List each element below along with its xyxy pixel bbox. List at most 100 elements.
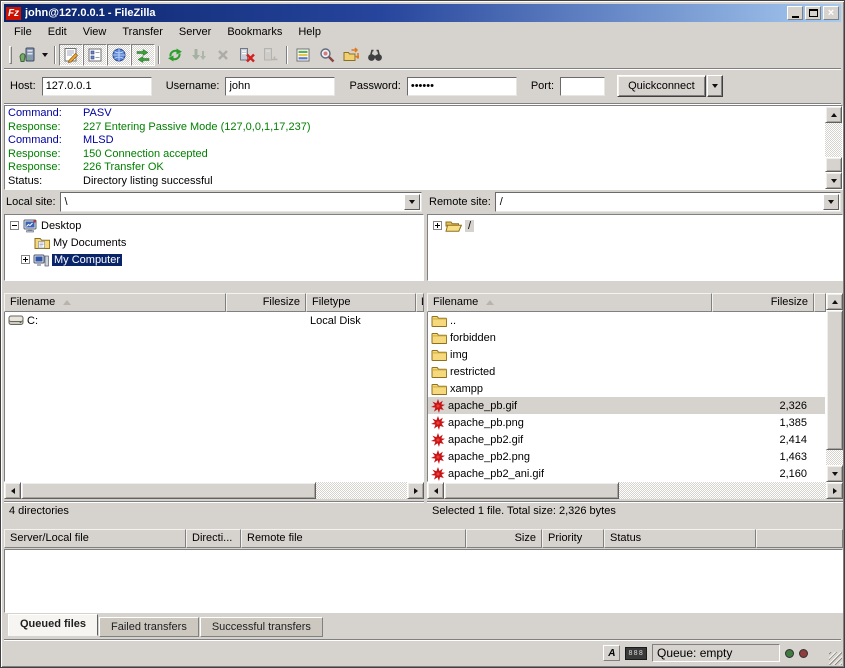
remote-file-row[interactable]: .. xyxy=(428,312,825,329)
column-size[interactable]: Size xyxy=(466,529,542,548)
column-filename[interactable]: Filename xyxy=(4,293,226,312)
toolbar-grip[interactable] xyxy=(9,46,12,64)
remote-site-combo[interactable]: / xyxy=(495,192,841,212)
close-button[interactable]: × xyxy=(823,6,839,20)
process-queue-button[interactable] xyxy=(187,44,211,66)
scroll-left-button[interactable] xyxy=(427,482,444,499)
collapse-icon[interactable] xyxy=(10,221,19,230)
toggle-message-log-button[interactable] xyxy=(59,44,83,66)
remote-file-row-selected[interactable]: apache_pb.gif 2,326 xyxy=(428,397,825,414)
scrollbar-thumb[interactable] xyxy=(825,157,842,172)
scroll-right-button[interactable] xyxy=(407,482,424,499)
column-priority[interactable]: Priority xyxy=(542,529,604,548)
column-lastmodified[interactable]: L xyxy=(416,293,424,312)
remote-file-row[interactable]: img xyxy=(428,346,825,363)
menu-transfer[interactable]: Transfer xyxy=(114,24,171,40)
scrollbar-track[interactable] xyxy=(826,450,843,465)
scrollbar-track[interactable] xyxy=(316,482,407,499)
column-filename[interactable]: Filename xyxy=(427,293,712,312)
menu-bookmarks[interactable]: Bookmarks xyxy=(219,24,290,40)
remote-tree: / xyxy=(427,214,843,281)
remote-status-text: Selected 1 file. Total size: 2,326 bytes xyxy=(427,501,843,521)
maximize-button[interactable] xyxy=(805,6,821,20)
toggle-remote-tree-button[interactable] xyxy=(107,44,131,66)
username-input[interactable] xyxy=(225,77,335,96)
column-filesize[interactable]: Filesize xyxy=(712,293,814,312)
remote-hscrollbar[interactable] xyxy=(427,482,843,499)
toggle-queue-button[interactable] xyxy=(131,44,155,66)
directory-comparison-button[interactable] xyxy=(315,44,339,66)
tree-item-my-computer[interactable]: My Computer xyxy=(5,251,423,268)
expand-icon[interactable] xyxy=(433,221,442,230)
scrollbar-thumb[interactable] xyxy=(21,482,316,499)
column-status[interactable]: Status xyxy=(604,529,756,548)
resize-grip[interactable] xyxy=(829,652,842,665)
local-hscrollbar[interactable] xyxy=(4,482,424,499)
menu-help[interactable]: Help xyxy=(290,24,329,40)
column-direction[interactable]: Directi... xyxy=(186,529,241,548)
sort-asc-icon xyxy=(63,300,71,305)
reconnect-button[interactable] xyxy=(259,44,283,66)
remote-file-row[interactable]: apache_pb2.gif 2,414 xyxy=(428,431,825,448)
expand-icon[interactable] xyxy=(21,255,30,264)
scrollbar-track[interactable] xyxy=(825,123,842,157)
column-filesize[interactable]: Filesize xyxy=(226,293,306,312)
scroll-up-button[interactable] xyxy=(825,106,842,123)
toggle-local-tree-button[interactable] xyxy=(83,44,107,66)
remote-site-dropdown[interactable] xyxy=(823,194,839,210)
remote-file-row[interactable]: apache_pb2_ani.gif 2,160 xyxy=(428,465,825,482)
title-bar[interactable]: Fz john@127.0.0.1 - FileZilla × xyxy=(4,4,841,22)
column-filetype[interactable]: Filetype xyxy=(306,293,416,312)
scroll-right-button[interactable] xyxy=(826,482,843,499)
tree-item-my-documents[interactable]: My Documents xyxy=(5,234,423,251)
send-led-icon xyxy=(799,649,808,658)
scrollbar-track[interactable] xyxy=(619,482,826,499)
arrow-down-icon xyxy=(831,179,837,183)
remote-file-row[interactable]: apache_pb2.png 1,463 xyxy=(428,448,825,465)
local-file-row[interactable]: C: Local Disk xyxy=(5,312,423,329)
remote-vscrollbar[interactable] xyxy=(826,293,843,482)
tree-item-desktop[interactable]: Desktop xyxy=(5,217,423,234)
quickconnect-dropdown[interactable] xyxy=(707,75,723,97)
tab-failed-transfers[interactable]: Failed transfers xyxy=(99,617,199,637)
menu-server[interactable]: Server xyxy=(171,24,219,40)
scrollbar-thumb[interactable] xyxy=(826,310,843,450)
tab-queued-files[interactable]: Queued files xyxy=(8,614,98,636)
log-scrollbar[interactable] xyxy=(825,106,842,189)
arrow-up-icon xyxy=(831,113,837,117)
remote-file-row[interactable]: restricted xyxy=(428,363,825,380)
site-manager-dropdown[interactable] xyxy=(39,44,51,66)
remote-file-row[interactable]: xampp xyxy=(428,380,825,397)
remote-file-row[interactable]: forbidden xyxy=(428,329,825,346)
column-server-local-file[interactable]: Server/Local file xyxy=(4,529,186,548)
scroll-left-button[interactable] xyxy=(4,482,21,499)
tree-item-root[interactable]: / xyxy=(428,217,842,234)
quickconnect-button[interactable]: Quickconnect xyxy=(617,75,706,97)
menu-view[interactable]: View xyxy=(75,24,115,40)
menu-file[interactable]: File xyxy=(6,24,40,40)
minimize-button[interactable] xyxy=(787,6,803,20)
scroll-up-button[interactable] xyxy=(826,293,843,310)
menu-edit[interactable]: Edit xyxy=(40,24,75,40)
remote-file-row[interactable]: apache_pb.png 1,385 xyxy=(428,414,825,431)
column-remote-file[interactable]: Remote file xyxy=(241,529,466,548)
scrollbar-thumb[interactable] xyxy=(444,482,619,499)
synchronized-browsing-button[interactable] xyxy=(339,44,363,66)
host-input[interactable] xyxy=(42,77,152,96)
port-input[interactable] xyxy=(560,77,605,96)
local-status-text: 4 directories xyxy=(4,501,424,521)
refresh-button[interactable] xyxy=(163,44,187,66)
tab-successful-transfers[interactable]: Successful transfers xyxy=(200,617,323,637)
file-name: apache_pb2_ani.gif xyxy=(448,468,544,480)
local-site-dropdown[interactable] xyxy=(404,194,420,210)
filter-button[interactable] xyxy=(291,44,315,66)
disconnect-button[interactable] xyxy=(235,44,259,66)
local-site-combo[interactable]: \ xyxy=(60,192,422,212)
password-input[interactable] xyxy=(407,77,517,96)
cancel-operation-button[interactable] xyxy=(211,44,235,66)
scroll-down-button[interactable] xyxy=(826,465,843,482)
scroll-down-button[interactable] xyxy=(825,172,842,189)
queue-tabs: Queued files Failed transfers Successful… xyxy=(4,614,841,638)
site-manager-button[interactable] xyxy=(15,44,39,66)
find-files-button[interactable] xyxy=(363,44,387,66)
